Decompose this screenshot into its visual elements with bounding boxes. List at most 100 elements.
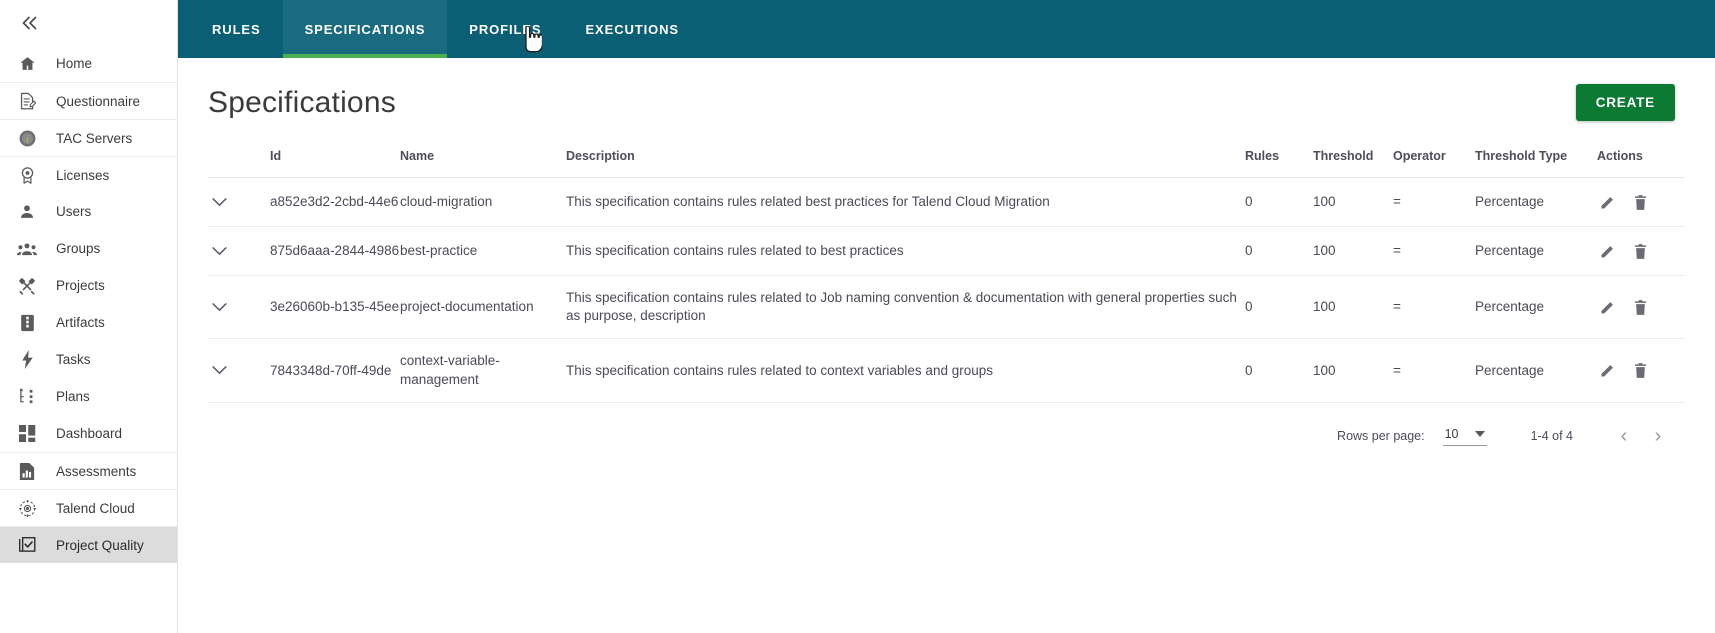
cell-description: This specification contains rules relate…	[566, 338, 1245, 403]
cell-operator: =	[1393, 177, 1475, 227]
bolt-icon	[14, 350, 40, 370]
delete-trash-icon[interactable]	[1631, 361, 1651, 381]
table-row: 875d6aaa-2844-4986 best-practice This sp…	[208, 226, 1685, 276]
sidebar-item-tasks[interactable]: Tasks	[0, 341, 177, 378]
sidebar-item-label: Home	[56, 56, 93, 71]
sidebar-item-licenses[interactable]: Licenses	[0, 156, 177, 193]
app-root: Home Questionnaire t TAC Servers License…	[0, 0, 1715, 633]
sidebar-item-label: Assessments	[56, 463, 137, 479]
sidebar-item-label: Users	[56, 204, 92, 219]
delete-trash-icon[interactable]	[1631, 241, 1651, 261]
chevron-down-icon[interactable]	[208, 360, 230, 382]
tab-executions[interactable]: EXECUTIONS	[563, 0, 701, 58]
sidebar-item-label: Artifacts	[56, 315, 105, 330]
cell-name: context-variable-management	[400, 338, 566, 403]
cell-actions	[1597, 177, 1685, 227]
chevron-down-icon[interactable]	[208, 240, 230, 262]
edit-pencil-icon[interactable]	[1597, 361, 1617, 381]
sidebar-item-projects[interactable]: Projects	[0, 267, 177, 304]
row-expand-cell	[208, 338, 270, 403]
table-header-row: Id Name Description Rules Threshold Oper…	[208, 149, 1685, 178]
user-icon	[14, 202, 40, 222]
report-chart-icon	[14, 461, 40, 481]
cell-rules: 0	[1245, 275, 1313, 340]
header-expand	[208, 149, 270, 178]
cell-id: a852e3d2-2cbd-44e6	[270, 177, 400, 227]
sidebar-item-label: Projects	[56, 278, 105, 293]
page-title: Specifications	[208, 85, 396, 119]
sidebar-item-questionnaire[interactable]: Questionnaire	[0, 82, 177, 119]
cell-threshold: 100	[1313, 177, 1393, 227]
license-badge-icon	[14, 165, 40, 185]
chevron-down-icon[interactable]	[208, 296, 230, 318]
dashboard-grid-icon	[14, 424, 40, 444]
cell-threshold: 100	[1313, 275, 1393, 340]
sidebar-item-tac-servers[interactable]: t TAC Servers	[0, 119, 177, 156]
next-page-button[interactable]: ›	[1641, 419, 1675, 453]
edit-pencil-icon[interactable]	[1597, 192, 1617, 212]
cell-name: best-practice	[400, 226, 566, 276]
cell-description: This specification contains rules relate…	[566, 226, 1245, 276]
sidebar-item-project-quality[interactable]: Project Quality	[0, 526, 177, 563]
cell-threshold-type: Percentage	[1475, 177, 1597, 227]
sidebar-item-label: Plans	[56, 389, 90, 404]
header-name: Name	[400, 149, 566, 178]
cloud-target-icon	[14, 498, 40, 518]
row-expand-cell	[208, 275, 270, 340]
cell-description: This specification contains rules relate…	[566, 275, 1245, 340]
rows-per-page-label: Rows per page:	[1337, 428, 1425, 443]
edit-pencil-icon[interactable]	[1597, 241, 1617, 261]
cell-rules: 0	[1245, 177, 1313, 227]
document-edit-icon	[14, 91, 40, 111]
cell-actions	[1597, 275, 1685, 340]
sidebar-item-label: Licenses	[56, 167, 110, 183]
sidebar-item-label: Dashboard	[56, 426, 123, 441]
table-row: 3e26060b-b135-45ee project-documentation…	[208, 275, 1685, 340]
sidebar-item-users[interactable]: Users	[0, 193, 177, 230]
header-threshold-type: Threshold Type	[1475, 149, 1597, 178]
delete-trash-icon[interactable]	[1631, 192, 1651, 212]
sidebar-item-label: Project Quality	[56, 537, 144, 553]
header-description: Description	[566, 149, 1245, 178]
sidebar-item-artifacts[interactable]: Artifacts	[0, 304, 177, 341]
sidebar: Home Questionnaire t TAC Servers License…	[0, 0, 178, 633]
cell-threshold: 100	[1313, 226, 1393, 276]
row-expand-cell	[208, 177, 270, 227]
delete-trash-icon[interactable]	[1631, 297, 1651, 317]
header-rules: Rules	[1245, 149, 1313, 178]
previous-page-button[interactable]: ‹	[1607, 419, 1641, 453]
chevron-double-left-icon[interactable]	[16, 10, 42, 36]
table-row: 7843348d-70ff-49de context-variable-mana…	[208, 338, 1685, 403]
sidebar-item-talend-cloud[interactable]: Talend Cloud	[0, 489, 177, 526]
sidebar-item-assessments[interactable]: Assessments	[0, 452, 177, 489]
cell-id: 7843348d-70ff-49de	[270, 338, 400, 403]
tools-icon	[14, 276, 40, 296]
tab-specifications[interactable]: SPECIFICATIONS	[282, 0, 448, 58]
plan-tree-icon	[14, 387, 40, 407]
table-body: a852e3d2-2cbd-44e6 cloud-migration This …	[208, 177, 1685, 403]
cell-operator: =	[1393, 226, 1475, 276]
cell-actions	[1597, 338, 1685, 403]
sidebar-item-plans[interactable]: Plans	[0, 378, 177, 415]
cell-name: cloud-migration	[400, 177, 566, 227]
chevron-down-icon[interactable]	[208, 191, 230, 213]
tab-rules[interactable]: RULES	[190, 0, 283, 58]
page-header: Specifications CREATE	[208, 58, 1685, 131]
pagination-range: 1-4 of 4	[1530, 428, 1573, 443]
sidebar-item-dashboard[interactable]: Dashboard	[0, 415, 177, 452]
header-id: Id	[270, 149, 400, 178]
table-head: Id Name Description Rules Threshold Oper…	[208, 149, 1685, 178]
tab-profiles[interactable]: PROFILES	[447, 0, 563, 58]
rows-per-page-select[interactable]: 10	[1442, 425, 1487, 447]
cell-rules: 0	[1245, 226, 1313, 276]
sidebar-item-home[interactable]: Home	[0, 45, 177, 82]
cell-threshold-type: Percentage	[1475, 275, 1597, 340]
cell-threshold: 100	[1313, 338, 1393, 403]
sidebar-item-groups[interactable]: Groups	[0, 230, 177, 267]
cell-actions	[1597, 226, 1685, 276]
sidebar-item-label: Questionnaire	[56, 93, 141, 109]
tab-bar: RULES SPECIFICATIONS PROFILES EXECUTIONS	[178, 0, 1715, 58]
create-button[interactable]: CREATE	[1575, 84, 1675, 121]
edit-pencil-icon[interactable]	[1597, 297, 1617, 317]
cell-rules: 0	[1245, 338, 1313, 403]
